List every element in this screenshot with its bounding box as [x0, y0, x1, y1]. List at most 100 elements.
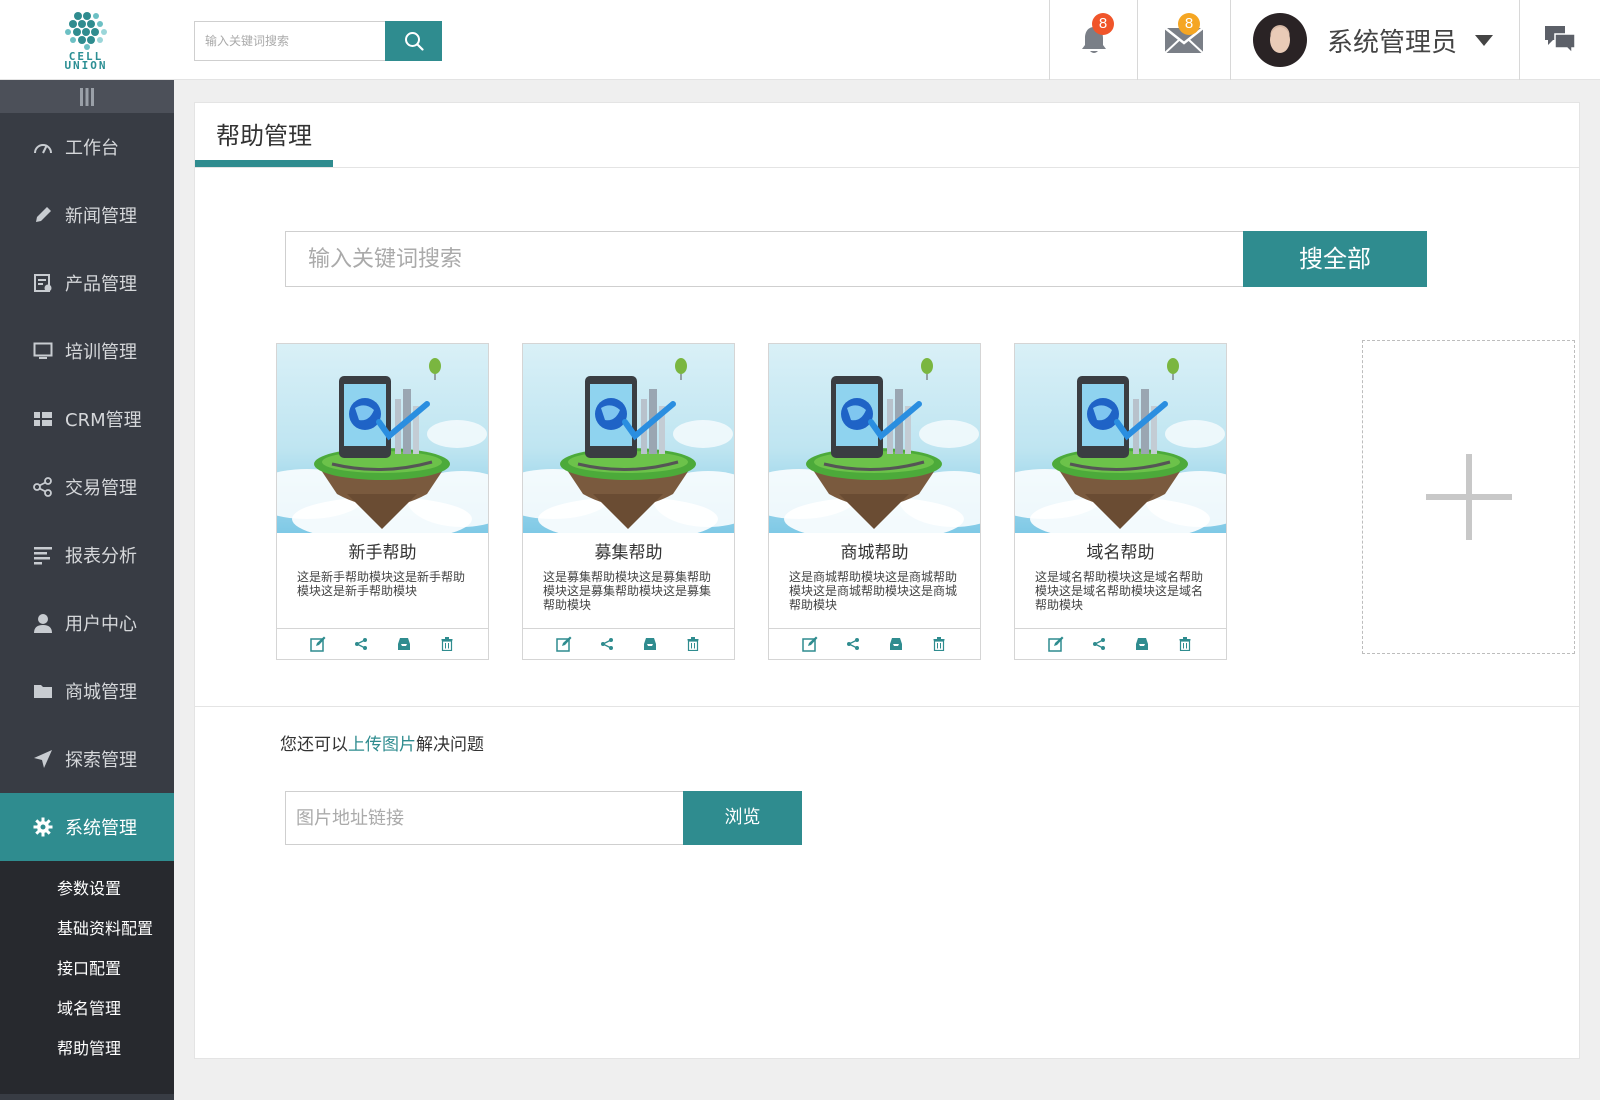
- plus-icon: [1425, 454, 1512, 540]
- search-all-button[interactable]: 搜全部: [1243, 231, 1427, 287]
- trash-icon[interactable]: [930, 635, 948, 653]
- card-title: 募集帮助: [594, 543, 663, 563]
- help-card[interactable]: 商城帮助 这是商城帮助模块这是商城帮助模块这是商城帮助模块这是商城帮助模块: [768, 343, 981, 660]
- chat-button[interactable]: [1520, 0, 1600, 80]
- logo-line-2: UNION: [64, 59, 108, 72]
- trash-icon[interactable]: [684, 635, 702, 653]
- card-title: 新手帮助: [348, 543, 417, 563]
- tab-help-management[interactable]: 帮助管理: [195, 103, 333, 167]
- card-image: [1015, 344, 1226, 533]
- archive-icon[interactable]: [1133, 635, 1151, 653]
- trash-icon[interactable]: [438, 635, 456, 653]
- help-card[interactable]: 新手帮助 这是新手帮助模块这是新手帮助模块这是新手帮助模块: [276, 343, 489, 660]
- avatar: [1253, 13, 1307, 67]
- upload-hint: 您还可以上传图片解决问题: [280, 730, 484, 755]
- sidebar-toggle[interactable]: [0, 80, 174, 113]
- help-card[interactable]: 募集帮助 这是募集帮助模块这是募集帮助模块这是募集帮助模块这是募集帮助模块: [522, 343, 735, 660]
- sidebar-item-explore[interactable]: 探索管理: [0, 725, 174, 793]
- sidebar-item-products[interactable]: 产品管理: [0, 249, 174, 317]
- search-icon: [404, 32, 424, 51]
- sidebar-item-trade[interactable]: 交易管理: [0, 453, 174, 521]
- image-url-input[interactable]: [285, 791, 685, 845]
- main-panel: 帮助管理 搜全部: [194, 102, 1580, 1059]
- submenu-item-domain[interactable]: 域名管理: [0, 989, 174, 1029]
- upload-hint-suffix: 解决问题: [416, 735, 484, 755]
- browse-button[interactable]: 浏览: [683, 791, 802, 845]
- edit-icon[interactable]: [309, 635, 327, 653]
- sidebar-item-label: 系统管理: [65, 818, 137, 839]
- header-search-button[interactable]: [385, 21, 442, 61]
- floating-island-image: [769, 358, 980, 533]
- messages-button[interactable]: 8: [1138, 0, 1230, 80]
- notifications-button[interactable]: 8: [1050, 0, 1137, 80]
- header-search-input[interactable]: [194, 21, 386, 61]
- edit-icon[interactable]: [555, 635, 573, 653]
- edit-icon[interactable]: [1047, 635, 1065, 653]
- submenu-item-basic-config[interactable]: 基础资料配置: [0, 909, 174, 949]
- panel-header: 帮助管理: [195, 103, 1579, 168]
- send-icon: [34, 750, 52, 768]
- archive-icon[interactable]: [887, 635, 905, 653]
- monitor-icon: [33, 342, 53, 359]
- card-actions: [277, 628, 488, 659]
- folder-icon: [34, 685, 52, 698]
- upload-image-link[interactable]: 上传图片: [348, 735, 416, 755]
- card-description: 这是新手帮助模块这是新手帮助模块这是新手帮助模块: [297, 570, 466, 598]
- collapse-bars-icon: [80, 87, 94, 106]
- sidebar-item-training[interactable]: 培训管理: [0, 317, 174, 385]
- sidebar-item-news[interactable]: 新闻管理: [0, 181, 174, 249]
- trash-icon[interactable]: [1176, 635, 1194, 653]
- sidebar-item-label: 产品管理: [65, 274, 137, 295]
- share-icon: [33, 477, 52, 497]
- user-icon: [34, 614, 52, 633]
- sidebar-item-label: 用户中心: [65, 614, 137, 635]
- share-icon[interactable]: [598, 635, 616, 653]
- archive-icon[interactable]: [641, 635, 659, 653]
- help-search-input[interactable]: [285, 231, 1245, 287]
- sidebar: 工作台 新闻管理 产品管理 培训管理 CRM管理 交易管理 报表分析 用户中心 …: [0, 80, 174, 1100]
- help-cards: 新手帮助 这是新手帮助模块这是新手帮助模块这是新手帮助模块 募集帮助 这是募集帮…: [276, 340, 1575, 663]
- share-icon[interactable]: [1090, 635, 1108, 653]
- system-submenu: 参数设置 基础资料配置 接口配置 域名管理 帮助管理: [0, 861, 174, 1094]
- user-menu[interactable]: 系统管理员: [1253, 11, 1494, 69]
- notifications-badge: 8: [1092, 13, 1114, 35]
- submenu-item-api-config[interactable]: 接口配置: [0, 949, 174, 989]
- sidebar-item-label: 工作台: [65, 138, 119, 159]
- card-image: [769, 344, 980, 533]
- floating-island-image: [277, 358, 488, 533]
- messages-badge: 8: [1178, 13, 1200, 35]
- add-help-card-button[interactable]: [1362, 340, 1575, 654]
- sidebar-item-label: 商城管理: [65, 682, 137, 703]
- logo[interactable]: CELL UNION: [58, 10, 114, 72]
- archive-icon[interactable]: [395, 635, 413, 653]
- chat-icon: [1545, 26, 1576, 55]
- pencil-icon: [36, 207, 51, 222]
- card-image: [523, 344, 734, 533]
- sidebar-item-label: CRM管理: [65, 410, 142, 431]
- share-icon[interactable]: [352, 635, 370, 653]
- submenu-item-params[interactable]: 参数设置: [0, 869, 174, 909]
- sidebar-item-dashboard[interactable]: 工作台: [0, 113, 174, 181]
- sidebar-item-label: 交易管理: [65, 478, 137, 499]
- sidebar-item-label: 报表分析: [65, 546, 137, 567]
- sidebar-item-mall[interactable]: 商城管理: [0, 657, 174, 725]
- card-description: 这是募集帮助模块这是募集帮助模块这是募集帮助模块这是募集帮助模块: [543, 570, 712, 612]
- sidebar-item-reports[interactable]: 报表分析: [0, 521, 174, 589]
- submenu-item-help[interactable]: 帮助管理: [0, 1029, 174, 1069]
- help-card[interactable]: 域名帮助 这是域名帮助模块这是域名帮助模块这是域名帮助模块这是域名帮助模块: [1014, 343, 1227, 660]
- gear-icon: [33, 817, 53, 837]
- card-title: 商城帮助: [840, 543, 909, 563]
- share-icon[interactable]: [844, 635, 862, 653]
- edit-icon[interactable]: [801, 635, 819, 653]
- help-search: 搜全部: [285, 231, 1427, 287]
- sidebar-item-users[interactable]: 用户中心: [0, 589, 174, 657]
- image-url-box: 浏览: [285, 791, 802, 845]
- card-description: 这是商城帮助模块这是商城帮助模块这是商城帮助模块这是商城帮助模块: [789, 570, 958, 612]
- sidebar-item-crm[interactable]: CRM管理: [0, 385, 174, 453]
- divider: [195, 706, 1579, 707]
- report-icon: [34, 547, 52, 565]
- header-search: [194, 21, 442, 61]
- product-icon: [34, 274, 52, 292]
- card-actions: [1015, 628, 1226, 659]
- sidebar-item-system[interactable]: 系统管理: [0, 793, 174, 861]
